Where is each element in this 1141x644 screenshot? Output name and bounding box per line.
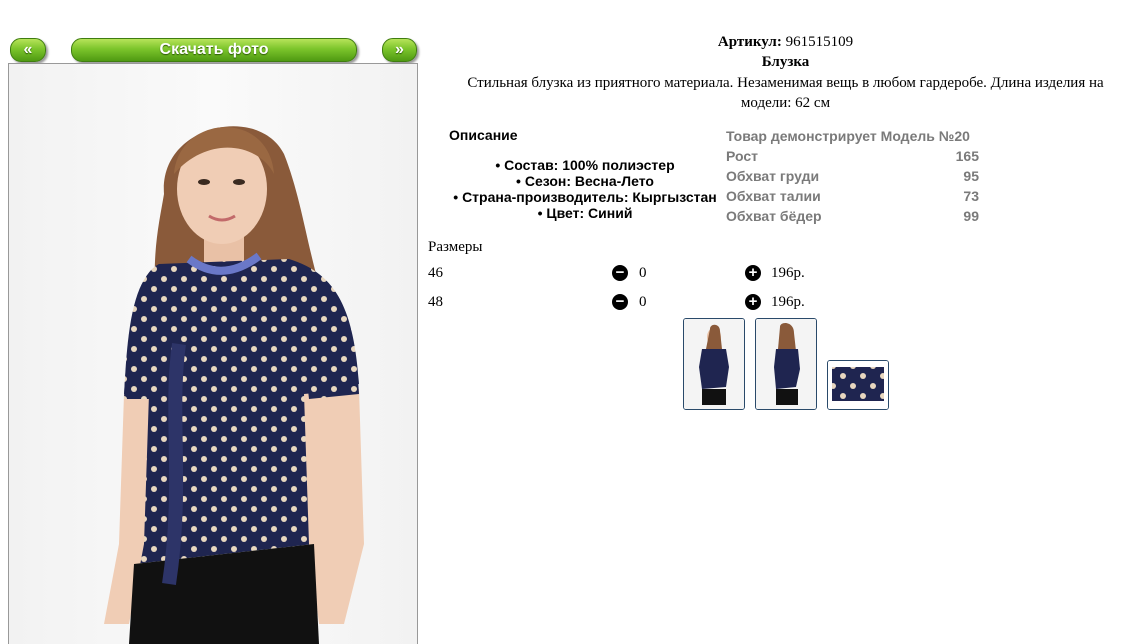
thumbnail-fabric[interactable] (827, 360, 889, 410)
quantity-value: 0 (639, 294, 647, 310)
size-value: 46 (428, 265, 443, 281)
model-row: Рост 165 (726, 148, 979, 164)
prev-photo-button[interactable]: « (10, 38, 46, 62)
product-description-line2: модели: 62 см (740, 95, 831, 111)
description-item: • Сезон: Весна-Лето (516, 173, 654, 189)
product-description-line1: Стильная блузка из приятного материала. … (467, 75, 1104, 91)
description-item: • Цвет: Синий (537, 205, 633, 221)
article-value: 961515109 (785, 34, 854, 50)
plus-circle-icon[interactable]: + (745, 265, 761, 281)
model-params-table: Товар демонстрирует Модель №20 Рост 165 О… (726, 126, 979, 226)
sizes-title: Размеры (428, 239, 483, 255)
article-label: Артикул: (717, 34, 782, 50)
model-row: Обхват талии 73 (726, 188, 979, 204)
article-line: Артикул: 961515109 (430, 34, 1141, 51)
download-photo-button[interactable]: Скачать фото (71, 38, 357, 62)
description-list: • Состав: 100% полиэстер • Сезон: Весна-… (440, 157, 730, 221)
minus-circle-icon[interactable]: − (612, 294, 628, 310)
quantity-value: 0 (639, 265, 647, 281)
description-item: • Страна-производитель: Кыргызстан (453, 189, 717, 205)
description-item: • Состав: 100% полиэстер (495, 157, 675, 173)
main-product-photo (8, 63, 418, 644)
plus-circle-icon[interactable]: + (745, 294, 761, 310)
model-header: Товар демонстрирует Модель №20 (726, 128, 970, 144)
price-value: 196р. (771, 294, 805, 310)
model-row: Обхват бёдер 99 (726, 208, 979, 224)
product-name: Блузка (761, 54, 810, 70)
size-value: 48 (428, 294, 443, 310)
model-row: Обхват груди 95 (726, 168, 979, 184)
next-photo-button[interactable]: » (382, 38, 417, 62)
thumbnail-side[interactable] (755, 318, 817, 410)
minus-circle-icon[interactable]: − (612, 265, 628, 281)
thumbnail-front[interactable] (683, 318, 745, 410)
description-title: Описание (449, 127, 518, 143)
price-value: 196р. (771, 265, 805, 281)
